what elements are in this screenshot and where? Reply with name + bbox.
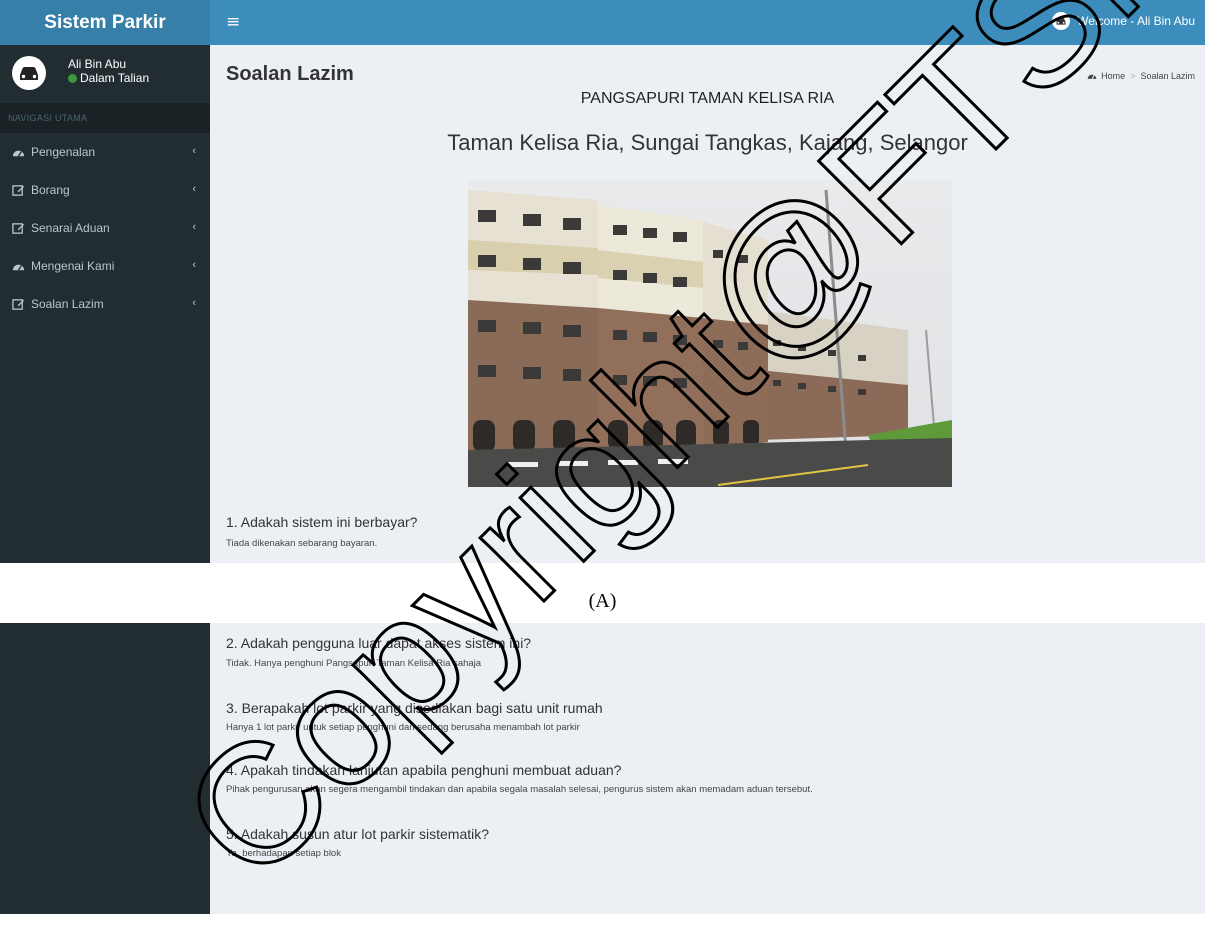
faq-answer: Tidak. Hanya penghuni Pangsapuri Taman K… <box>226 658 482 669</box>
sidebar-item-borang[interactable]: Borang ‹ <box>0 171 210 209</box>
chevron-left-icon: ‹ <box>192 221 196 233</box>
dashboard-icon <box>12 150 25 157</box>
chevron-left-icon: ‹ <box>192 145 196 157</box>
breadcrumb: Home > Soalan Lazim <box>1087 71 1195 81</box>
faq-answer: Hanya 1 lot parkir untuk setiap penghuni… <box>226 722 580 733</box>
user-name: Ali Bin Abu <box>68 57 127 71</box>
online-status-dot <box>68 73 77 83</box>
faq-answer: Pihak pengurusan akan segera mengambil t… <box>226 784 813 795</box>
user-panel: Ali Bin Abu Dalam Talian <box>0 45 210 103</box>
top-navbar: ≡ Welcome - Ali Bin Abu <box>210 0 1205 45</box>
content-area: Soalan Lazim Home > Soalan Lazim PANGSAP… <box>210 45 1205 563</box>
edit-icon <box>12 222 25 234</box>
sidebar-item-label: Pengenalan <box>31 145 96 159</box>
car-icon <box>12 56 46 90</box>
dashboard-icon <box>1087 74 1097 80</box>
building-address-heading: Taman Kelisa Ria, Sungai Tangkas, Kajang… <box>447 130 968 155</box>
building-name-heading: PANGSAPURI TAMAN KELISA RIA <box>580 90 835 107</box>
faq-question: 5. Adakah susun atur lot parkir sistemat… <box>226 826 490 842</box>
sidebar-item-pengenalan[interactable]: Pengenalan ‹ <box>0 133 210 171</box>
screenshot-panel-a: Sistem Parkir ≡ Welcome - Ali Bin Abu Al… <box>0 0 1205 563</box>
faq-question: 2. Adakah pengguna luar dapat akses sist… <box>226 635 532 651</box>
edit-icon <box>12 184 25 196</box>
page-title: Soalan Lazim <box>226 63 354 85</box>
breadcrumb-home-link[interactable]: Home <box>1101 71 1125 81</box>
nav-header: NAVIGASI UTAMA <box>0 103 210 133</box>
user-status-label: Dalam Talian <box>80 71 150 85</box>
screenshot-panel-b: 2. Adakah pengguna luar dapat akses sist… <box>0 623 1205 914</box>
faq-question: 3. Berapakah lot parkir yang disediakan … <box>226 700 603 716</box>
sidebar-item-mengenai-kami[interactable]: Mengenai Kami ‹ <box>0 247 210 285</box>
welcome-text: Welcome - Ali Bin Abu <box>1077 14 1195 28</box>
breadcrumb-current: Soalan Lazim <box>1140 71 1195 81</box>
sidebar-item-soalan-lazim[interactable]: Soalan Lazim ‹ <box>0 285 210 323</box>
car-icon <box>1052 12 1071 30</box>
app-logo[interactable]: Sistem Parkir <box>0 0 210 45</box>
chevron-left-icon: ‹ <box>192 183 196 195</box>
sidebar-item-label: Mengenai Kami <box>31 259 115 273</box>
faq-question: 4. Apakah tindakan lanjutan apabila peng… <box>226 762 622 778</box>
sidebar-item-label: Soalan Lazim <box>31 297 104 311</box>
sidebar-toggle-icon[interactable]: ≡ <box>226 12 240 32</box>
faq-question: 1. Adakah sistem ini berbayar? <box>226 514 418 530</box>
sidebar <box>0 623 210 914</box>
chevron-left-icon: ‹ <box>192 259 196 271</box>
dashboard-icon <box>12 264 25 271</box>
figure-caption: (A) <box>588 590 617 612</box>
edit-icon <box>12 298 25 310</box>
sidebar-item-senarai-aduan[interactable]: Senarai Aduan ‹ <box>0 209 210 247</box>
apartment-photo <box>468 180 952 487</box>
user-menu[interactable]: Welcome - Ali Bin Abu <box>1052 12 1195 30</box>
chevron-left-icon: ‹ <box>192 297 196 309</box>
sidebar-item-label: Senarai Aduan <box>31 221 110 235</box>
sidebar-item-label: Borang <box>31 183 70 197</box>
faq-answer: Ya, berhadapan setiap blok <box>226 848 341 859</box>
sidebar: Ali Bin Abu Dalam Talian NAVIGASI UTAMA … <box>0 45 210 563</box>
user-status: Dalam Talian <box>68 71 149 85</box>
faq-answer: Tiada dikenakan sebarang bayaran. <box>226 538 378 549</box>
content-area: 2. Adakah pengguna luar dapat akses sist… <box>210 623 1205 914</box>
breadcrumb-separator: > <box>1130 71 1136 81</box>
